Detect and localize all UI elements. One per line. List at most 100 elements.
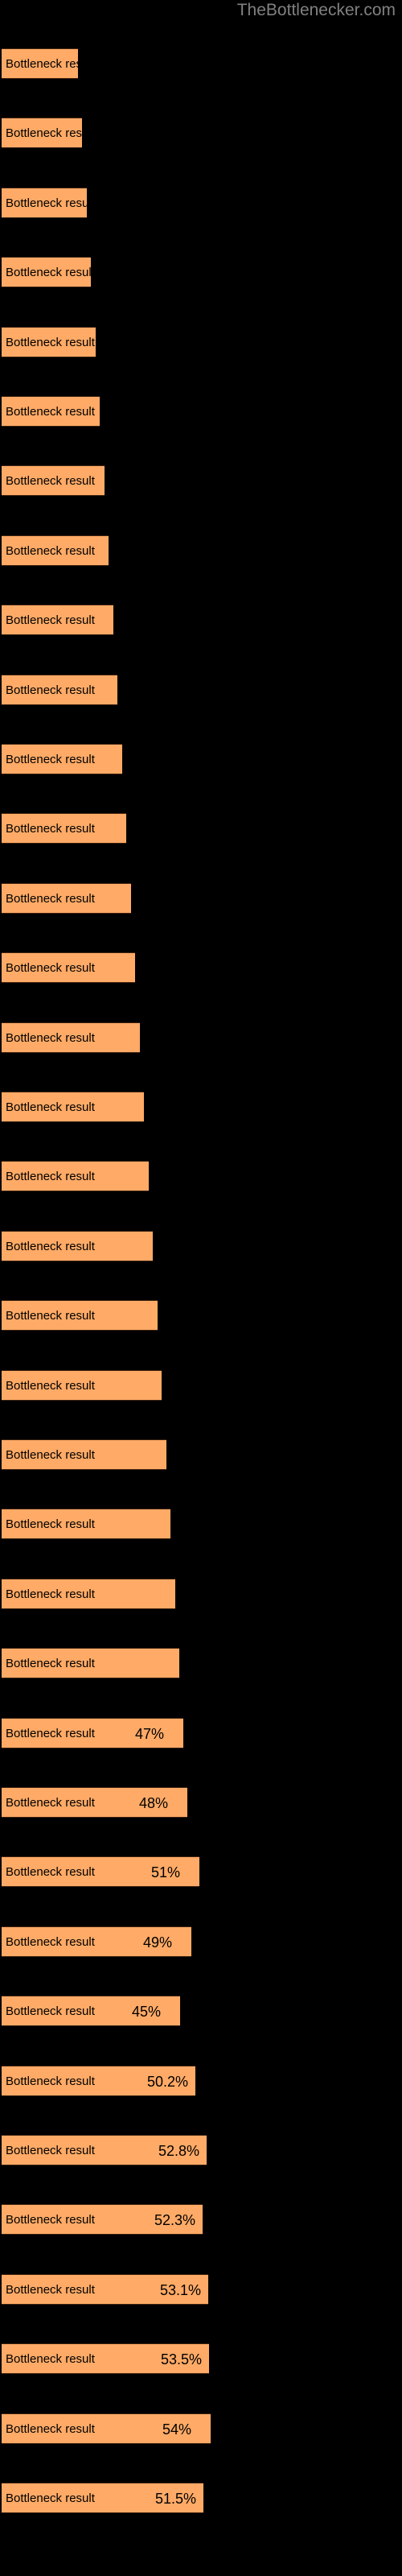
- bar-label: Bottleneck result: [6, 2144, 95, 2157]
- bar-value: 53.1%: [160, 2281, 202, 2298]
- bar-label: Bottleneck result: [6, 1239, 95, 1253]
- bar-label: Bottleneck result: [6, 405, 95, 419]
- bar-row: Bottleneck result 51%: [0, 1856, 402, 1888]
- bar-row: Bottleneck result 53.1%: [0, 2273, 402, 2305]
- bar: Bottleneck result: [2, 1648, 179, 1679]
- bar-value: 45%: [132, 2004, 162, 2021]
- bar: Bottleneck result: [2, 187, 87, 218]
- bar-label: Bottleneck result: [6, 1726, 95, 1740]
- bar: Bottleneck result 51.5%: [2, 2483, 203, 2513]
- bar-label: Bottleneck result: [6, 891, 95, 906]
- bar-value: 51%: [151, 1864, 181, 1881]
- bar-label: Bottleneck result: [6, 1517, 95, 1532]
- bar: Bottleneck result 52.3%: [2, 2204, 203, 2235]
- bar: Bottleneck result: [2, 1509, 170, 1540]
- bar: Bottleneck result 51%: [2, 1856, 199, 1888]
- bar-row: Bottleneck result: [0, 1161, 402, 1192]
- bar-label: Bottleneck result: [6, 2282, 95, 2297]
- bar-value: 52.3%: [154, 2212, 196, 2229]
- bar: Bottleneck result: [2, 465, 105, 497]
- bar-label: Bottleneck result: [6, 1100, 95, 1114]
- bar-label: Bottleneck result: [6, 543, 95, 558]
- bar-label: Bottleneck result: [6, 753, 95, 766]
- bar: Bottleneck result 53.1%: [2, 2273, 208, 2305]
- bar-value: 49%: [143, 1934, 173, 1951]
- bar-row: Bottleneck result 49%: [0, 1926, 402, 1957]
- bar-row: Bottleneck result: [0, 1648, 402, 1679]
- bar-label: Bottleneck result: [6, 1865, 95, 1880]
- bar: Bottleneck result: [2, 952, 135, 984]
- bar: Bottleneck result 53.5%: [2, 2343, 209, 2375]
- bar-label: Bottleneck result: [6, 1030, 95, 1045]
- bar: Bottleneck result 48%: [2, 1787, 187, 1818]
- bar: Bottleneck result: [2, 1578, 175, 1609]
- bar-label: Bottleneck result: [6, 683, 95, 697]
- bar-value: 50.2%: [147, 2073, 189, 2090]
- bar: Bottleneck result: [2, 396, 100, 427]
- bar: Bottleneck result: [2, 605, 113, 636]
- bar-label: Bottleneck result: [6, 1934, 95, 1949]
- bar-value: 52.8%: [158, 2143, 200, 2159]
- bar: Bottleneck result: [2, 1369, 162, 1401]
- bar-row: Bottleneck result: [0, 1230, 402, 1261]
- bar: Bottleneck result: [2, 257, 91, 288]
- bar-label: Bottleneck result: [6, 2491, 95, 2505]
- bar-row: Bottleneck result: [0, 1578, 402, 1609]
- bar-row: Bottleneck result: [0, 465, 402, 497]
- bar-label: Bottleneck result: [6, 196, 87, 210]
- bar: Bottleneck result: [2, 813, 126, 844]
- bar: Bottleneck result 50.2%: [2, 2065, 195, 2096]
- bar-value: 54%: [162, 2421, 192, 2438]
- bar-row: Bottleneck result: [0, 48, 402, 79]
- bar-row: Bottleneck result 53.5%: [0, 2343, 402, 2375]
- bar-row: Bottleneck result 45%: [0, 1996, 402, 2027]
- bar: Bottleneck result: [2, 326, 96, 357]
- bar: Bottleneck result 54%: [2, 2413, 211, 2444]
- bar-row: Bottleneck result: [0, 1092, 402, 1122]
- bar: Bottleneck result: [2, 1439, 166, 1470]
- bar-row: Bottleneck result 48%: [0, 1787, 402, 1818]
- bar: Bottleneck result: [2, 1300, 158, 1331]
- bar-label: Bottleneck result: [6, 613, 95, 628]
- bar-label: Bottleneck result: [6, 266, 91, 280]
- bar: Bottleneck result: [2, 535, 109, 566]
- bar-row: Bottleneck result 52.3%: [0, 2204, 402, 2235]
- bar-label: Bottleneck result: [6, 1309, 95, 1323]
- bar-row: Bottleneck result: [0, 257, 402, 288]
- bar-value: 47%: [135, 1725, 165, 1742]
- bar: Bottleneck result 47%: [2, 1717, 183, 1748]
- bar: Bottleneck result: [2, 48, 78, 79]
- bar-row: Bottleneck result: [0, 882, 402, 914]
- bar: Bottleneck result: [2, 118, 82, 149]
- bottleneck-bar-chart: TheBottlenecker.com Bottleneck resultBot…: [0, 0, 402, 2576]
- bar-row: Bottleneck result: [0, 1300, 402, 1331]
- bar-row: Bottleneck result: [0, 813, 402, 844]
- bar-row: Bottleneck result 52.8%: [0, 2135, 402, 2165]
- bar: Bottleneck result: [2, 1022, 140, 1053]
- bar-row: Bottleneck result: [0, 674, 402, 705]
- bar-label: Bottleneck result: [6, 961, 95, 976]
- bar-row: Bottleneck result: [0, 1439, 402, 1470]
- bar-row: Bottleneck result: [0, 326, 402, 357]
- bar: Bottleneck result: [2, 1092, 144, 1122]
- bar-label: Bottleneck result: [6, 2074, 95, 2088]
- bar-value: 51.5%: [155, 2491, 197, 2507]
- bar-label: Bottleneck result: [6, 2421, 95, 2436]
- bar-label: Bottleneck result: [6, 474, 95, 489]
- bar-row: Bottleneck result 51.5%: [0, 2483, 402, 2513]
- bar-row: Bottleneck result 47%: [0, 1717, 402, 1748]
- bar-label: Bottleneck result: [6, 57, 78, 71]
- bar-label: Bottleneck result: [6, 2004, 95, 2019]
- site-title: TheBottlenecker.com: [236, 1, 396, 19]
- bar: Bottleneck result: [2, 744, 122, 774]
- bar-row: Bottleneck result 54%: [0, 2413, 402, 2444]
- bar-label: Bottleneck result: [6, 822, 95, 836]
- bar-row: Bottleneck result: [0, 605, 402, 636]
- bar: Bottleneck result: [2, 882, 131, 914]
- bar-label: Bottleneck result: [6, 1796, 95, 1810]
- bar-label: Bottleneck result: [6, 335, 95, 349]
- bar-row: Bottleneck result: [0, 1369, 402, 1401]
- bar-row: Bottleneck result: [0, 187, 402, 218]
- bar-label: Bottleneck result: [6, 1657, 95, 1671]
- bar: Bottleneck result: [2, 1230, 153, 1261]
